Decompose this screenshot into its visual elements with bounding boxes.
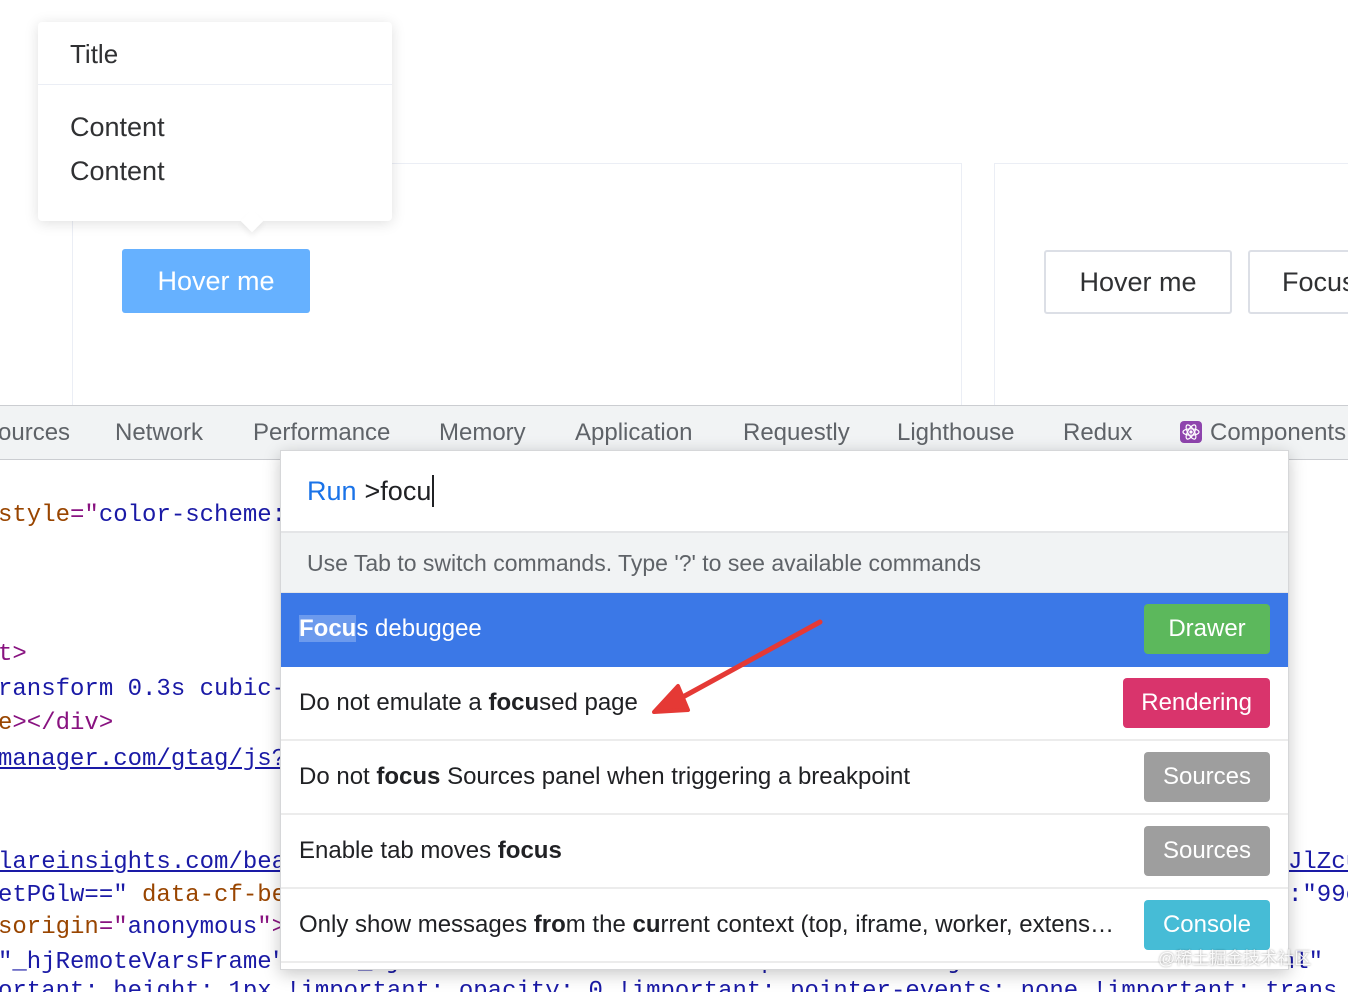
- command-hint: Use Tab to switch commands. Type '?' to …: [281, 533, 1288, 593]
- watermark: @稀土掘金技术社区: [1158, 949, 1312, 968]
- command-item[interactable]: Enable tab moves focus Sources: [281, 815, 1288, 889]
- code-line: ransform 0.3s cubic-: [0, 676, 287, 703]
- react-icon: [1180, 421, 1202, 443]
- text-caret: [432, 475, 435, 507]
- command-category-badge: Console: [1144, 900, 1270, 950]
- command-input[interactable]: >focu: [365, 476, 432, 507]
- tab-network[interactable]: Network: [115, 406, 203, 459]
- command-item-label: Focus debuggee: [299, 615, 482, 642]
- command-item-label: Do not emulate a focused page: [299, 689, 638, 716]
- hover-me-button-primary[interactable]: Hover me: [122, 249, 310, 313]
- command-category-badge: Sources: [1144, 752, 1270, 802]
- tab-components-label: Components: [1210, 419, 1347, 446]
- hover-me-button[interactable]: Hover me: [1044, 250, 1232, 314]
- command-item[interactable]: Only show messages from the current cont…: [281, 889, 1288, 963]
- code-line: etPGlw==" data-cf-be: [0, 882, 287, 909]
- annotation-arrow-icon: [652, 619, 823, 714]
- command-item-label: Enable tab moves focus: [299, 837, 562, 864]
- code-line: sorigin="anonymous">: [0, 914, 287, 941]
- command-item-label: Do not focus Sources panel when triggeri…: [299, 763, 911, 790]
- popover-body: Content Content: [38, 85, 392, 193]
- popover-content-line: Content: [70, 112, 165, 142]
- popover-title: Title: [38, 22, 392, 85]
- tab-sources[interactable]: ources: [0, 406, 70, 459]
- code-line: :"99e: [1288, 882, 1348, 909]
- code-line: style="color-scheme:: [0, 502, 287, 529]
- code-line: t>: [0, 641, 27, 668]
- focus-button[interactable]: Focus: [1248, 250, 1348, 314]
- popover-content-line: Content: [70, 156, 165, 186]
- code-line: e></div>: [0, 710, 114, 737]
- command-category-badge: Sources: [1144, 826, 1270, 876]
- code-link[interactable]: manager.com/gtag/js?: [0, 746, 286, 773]
- command-input-row[interactable]: Run >focu: [281, 451, 1288, 533]
- popover: Title Content Content: [38, 22, 392, 233]
- command-item[interactable]: Do not focus Sources panel when triggeri…: [281, 741, 1288, 815]
- command-item-label: Only show messages from the current cont…: [299, 911, 1114, 938]
- code-link[interactable]: JlZcu: [1288, 849, 1348, 876]
- code-link[interactable]: lareinsights.com/bea: [0, 849, 286, 876]
- command-prefix: Run: [307, 475, 357, 506]
- code-line: ortant; height: 1px !important; opacity:…: [0, 978, 1338, 992]
- command-category-badge: Drawer: [1144, 604, 1270, 654]
- command-category-badge: Rendering: [1123, 678, 1270, 728]
